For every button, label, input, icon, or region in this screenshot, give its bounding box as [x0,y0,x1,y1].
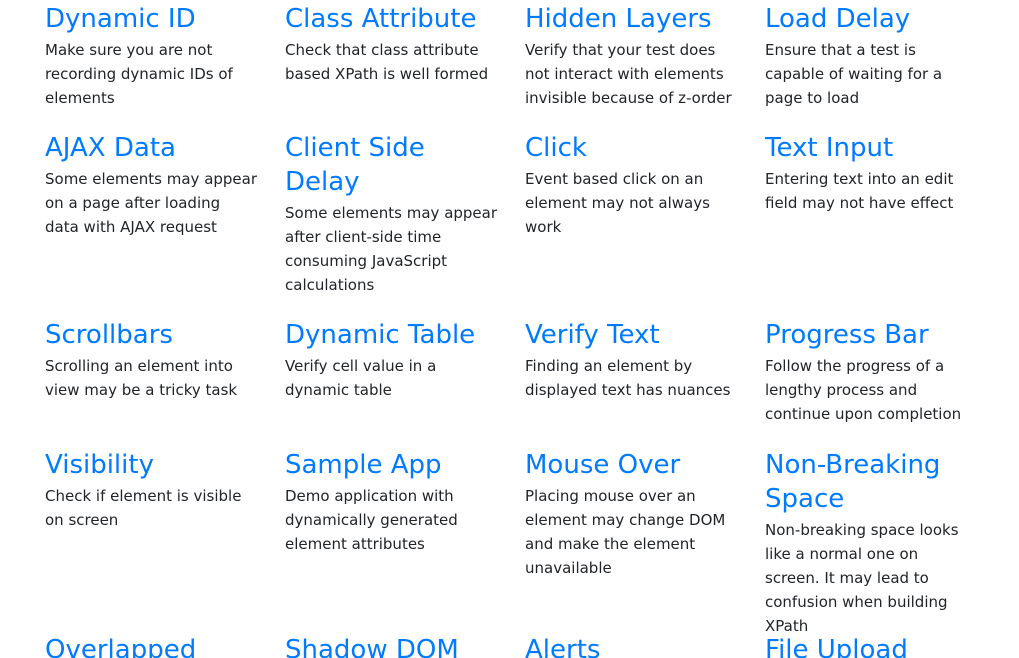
dynamic-id-description: Make sure you are not recording dynamic … [45,41,233,107]
verify-text-link[interactable]: Verify Text [525,318,737,352]
card-file-upload: File Upload [765,633,977,658]
card-alerts: Alerts [525,633,737,658]
scrollbars-description: Scrolling an element into view may be a … [45,357,238,399]
card-client-side-delay: Client Side Delay Some elements may appe… [285,131,497,297]
class-attribute-link[interactable]: Class Attribute [285,2,497,36]
ajax-data-description: Some elements may appear on a page after… [45,170,258,236]
client-side-delay-description: Some elements may appear after client-si… [285,204,498,294]
card-dynamic-table: Dynamic Table Verify cell value in a dyn… [285,318,497,402]
click-link[interactable]: Click [525,131,737,165]
card-sample-app: Sample App Demo application with dynamic… [285,448,497,556]
progress-bar-description: Follow the progress of a lengthy process… [765,357,962,423]
card-load-delay: Load Delay Ensure that a test is capable… [765,2,977,110]
card-hidden-layers: Hidden Layers Verify that your test does… [525,2,737,110]
card-shadow-dom: Shadow DOM [285,633,497,658]
card-ajax-data: AJAX Data Some elements may appear on a … [45,131,257,239]
text-input-description: Entering text into an edit field may not… [765,170,954,212]
non-breaking-space-link[interactable]: Non-Breaking Space [765,448,977,516]
file-upload-link[interactable]: File Upload [765,633,977,658]
visibility-description: Check if element is visible on screen [45,487,242,529]
playground-grid: Dynamic ID Make sure you are not recordi… [0,0,1019,658]
verify-text-description: Finding an element by displayed text has… [525,357,731,399]
hidden-layers-description: Verify that your test does not interact … [525,41,732,107]
ajax-data-link[interactable]: AJAX Data [45,131,257,165]
card-non-breaking-space: Non-Breaking Space Non-breaking space lo… [765,448,977,638]
scrollbars-link[interactable]: Scrollbars [45,318,257,352]
click-description: Event based click on an element may not … [525,170,710,236]
mouse-over-link[interactable]: Mouse Over [525,448,737,482]
client-side-delay-link[interactable]: Client Side Delay [285,131,497,199]
card-verify-text: Verify Text Finding an element by displa… [525,318,737,402]
visibility-link[interactable]: Visibility [45,448,257,482]
card-scrollbars: Scrollbars Scrolling an element into vie… [45,318,257,402]
card-click: Click Event based click on an element ma… [525,131,737,239]
dynamic-id-link[interactable]: Dynamic ID [45,2,257,36]
card-mouse-over: Mouse Over Placing mouse over an element… [525,448,737,580]
overlapped-link[interactable]: Overlapped [45,633,257,658]
card-progress-bar: Progress Bar Follow the progress of a le… [765,318,977,426]
load-delay-link[interactable]: Load Delay [765,2,977,36]
card-dynamic-id: Dynamic ID Make sure you are not recordi… [45,2,257,110]
hidden-layers-link[interactable]: Hidden Layers [525,2,737,36]
card-class-attribute: Class Attribute Check that class attribu… [285,2,497,86]
sample-app-description: Demo application with dynamically genera… [285,487,458,553]
card-visibility: Visibility Check if element is visible o… [45,448,257,532]
class-attribute-description: Check that class attribute based XPath i… [285,41,489,83]
card-text-input: Text Input Entering text into an edit fi… [765,131,977,215]
alerts-link[interactable]: Alerts [525,633,737,658]
dynamic-table-description: Verify cell value in a dynamic table [285,357,437,399]
text-input-link[interactable]: Text Input [765,131,977,165]
card-overlapped: Overlapped [45,633,257,658]
dynamic-table-link[interactable]: Dynamic Table [285,318,497,352]
non-breaking-space-description: Non-breaking space looks like a normal o… [765,521,959,635]
sample-app-link[interactable]: Sample App [285,448,497,482]
progress-bar-link[interactable]: Progress Bar [765,318,977,352]
load-delay-description: Ensure that a test is capable of waiting… [765,41,943,107]
shadow-dom-link[interactable]: Shadow DOM [285,633,497,658]
mouse-over-description: Placing mouse over an element may change… [525,487,726,577]
